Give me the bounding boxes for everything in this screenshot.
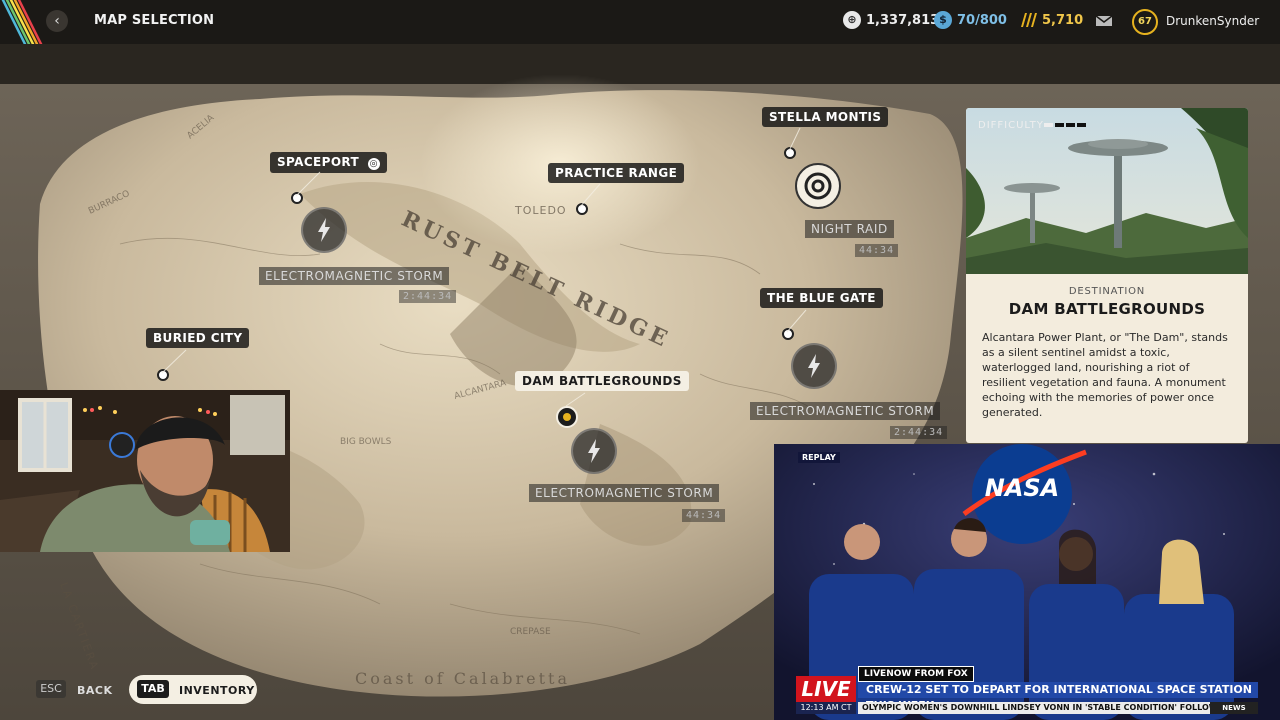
news-ticker: OLYMPIC WOMEN'S DOWNHILL LINDSEY VONN IN… xyxy=(858,702,1214,714)
destination-image xyxy=(966,108,1248,274)
player-level-badge: 67 xyxy=(1132,9,1158,35)
mail-icon[interactable] xyxy=(1095,13,1113,27)
difficulty-label: DIFFICULTY xyxy=(978,120,1044,131)
webcam-overlay xyxy=(0,390,290,552)
destination-subtitle: DESTINATION xyxy=(1068,286,1146,297)
username[interactable]: DrunkenSynder xyxy=(1166,14,1259,28)
back-arrow-button[interactable]: ‹ xyxy=(46,10,68,32)
destination-description: Alcantara Power Plant, or "The Dam", sta… xyxy=(982,331,1228,419)
difficulty-bar-2 xyxy=(1055,123,1064,127)
coins-value: 1,337,813 xyxy=(866,13,940,28)
page-title: MAP SELECTION xyxy=(94,13,215,28)
logo-stripes-icon xyxy=(1,0,43,44)
difficulty-bar-4 xyxy=(1077,123,1086,127)
webcam-feed xyxy=(0,390,290,552)
difficulty-bar-1 xyxy=(1044,123,1053,127)
credits-icon: $ xyxy=(934,11,952,29)
esc-key-hint[interactable]: ESC xyxy=(36,680,66,698)
livenow-badge: LIVENOW FROM FOX xyxy=(858,666,974,682)
credits-value: 70/800 xyxy=(957,13,1007,28)
news-overlay: REPLAY NASA LIVENOW FROM FOX LIVE CREW-1… xyxy=(774,444,1280,720)
back-button-label[interactable]: BACK xyxy=(77,684,113,697)
difficulty-bar-3 xyxy=(1066,123,1075,127)
news-time: 12:13 AM CT xyxy=(796,702,856,714)
tab-key-hint[interactable]: TAB xyxy=(137,680,169,698)
live-badge: LIVE xyxy=(796,676,856,702)
coins-icon: ⊕ xyxy=(843,11,861,29)
bars-value: 5,710 xyxy=(1042,13,1084,28)
inventory-button-label[interactable]: INVENTORY xyxy=(179,684,255,697)
destination-panel: DIFFICULTY DESTINATION DAM BATTLEGROUNDS… xyxy=(966,108,1248,443)
replay-badge: REPLAY xyxy=(798,452,840,463)
news-headline: CREW-12 SET TO DEPART FOR INTERNATIONAL … xyxy=(858,682,1258,712)
nasa-logo: NASA xyxy=(984,474,1060,502)
destination-name: DAM BATTLEGROUNDS xyxy=(1008,300,1206,318)
top-bar: ‹ MAP SELECTION ⊕ 1,337,813 $ 70/800 5,7… xyxy=(0,0,1280,45)
news-tag: NEWS xyxy=(1210,702,1258,714)
bars-icon xyxy=(1021,13,1037,27)
